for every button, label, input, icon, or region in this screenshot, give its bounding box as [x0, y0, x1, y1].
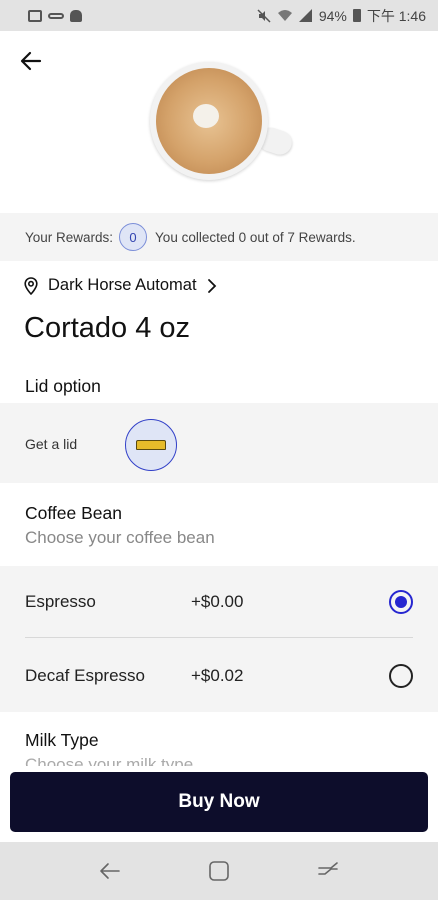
get-lid-toggle[interactable] — [125, 419, 177, 471]
rewards-label: Your Rewards: — [25, 229, 114, 245]
buy-now-button[interactable]: Buy Now — [10, 772, 428, 832]
product-title: Cortado 4 oz — [24, 312, 191, 344]
buy-bar: Buy Now — [0, 766, 438, 842]
system-nav-bar — [0, 842, 438, 900]
foam-dot — [193, 104, 219, 128]
milk-type-subheading: Choose your milk type — [25, 755, 194, 766]
lid-option-row: Get a lid — [0, 403, 438, 483]
chevron-right-icon — [207, 278, 216, 293]
coffee-bean-heading: Coffee Bean — [25, 503, 122, 523]
lid-option-heading: Lid option — [25, 376, 101, 396]
status-bar: 94% 下午 1:46 — [0, 0, 438, 31]
option-price: +$0.02 — [191, 666, 244, 685]
nav-recents-button[interactable] — [308, 851, 348, 891]
radio-unselected-icon[interactable] — [389, 664, 413, 688]
image-notification-icon — [28, 9, 42, 22]
app-notification-icon — [70, 9, 82, 22]
store-link[interactable]: Dark Horse Automat — [24, 276, 217, 295]
rewards-count-badge: 0 — [119, 223, 148, 251]
nav-home-button[interactable] — [199, 851, 239, 891]
clock: 下午 1:46 — [366, 7, 426, 24]
option-price: +$0.00 — [191, 592, 244, 611]
status-bar-left — [28, 9, 82, 22]
divider — [25, 637, 413, 638]
key-notification-icon — [48, 12, 64, 19]
back-arrow-icon — [20, 51, 42, 71]
lid-option-label: Get a lid — [25, 436, 78, 452]
back-button[interactable] — [14, 44, 48, 78]
status-bar-right: 94% 下午 1:46 — [257, 6, 426, 26]
signal-icon — [298, 9, 312, 22]
bean-option-espresso[interactable]: Espresso +$0.00 — [0, 566, 438, 638]
nav-home-icon — [209, 861, 229, 881]
nav-back-button[interactable] — [90, 851, 130, 891]
milk-type-heading: Milk Type — [25, 730, 99, 750]
coffee-bean-options: Espresso +$0.00 Decaf Espresso +$0.02 — [0, 566, 438, 712]
rewards-message: You collected 0 out of 7 Rewards. — [155, 229, 356, 245]
nav-recents-icon — [318, 862, 339, 875]
nav-back-icon — [99, 863, 120, 879]
battery-percent: 94% — [318, 7, 347, 24]
rewards-bar: Your Rewards: 0 You collected 0 out of 7… — [0, 213, 438, 261]
lid-icon — [136, 440, 166, 450]
option-name: Espresso — [25, 592, 96, 611]
store-name: Dark Horse Automat — [48, 276, 197, 294]
mute-icon — [257, 8, 271, 23]
option-name: Decaf Espresso — [25, 666, 145, 685]
bean-option-decaf-espresso[interactable]: Decaf Espresso +$0.02 — [0, 640, 438, 712]
coffee-bean-subheading: Choose your coffee bean — [25, 528, 215, 547]
wifi-icon — [277, 10, 292, 21]
product-image — [150, 62, 295, 182]
battery-icon — [352, 9, 361, 22]
location-pin-icon — [24, 276, 38, 295]
radio-selected-icon[interactable] — [389, 590, 413, 614]
